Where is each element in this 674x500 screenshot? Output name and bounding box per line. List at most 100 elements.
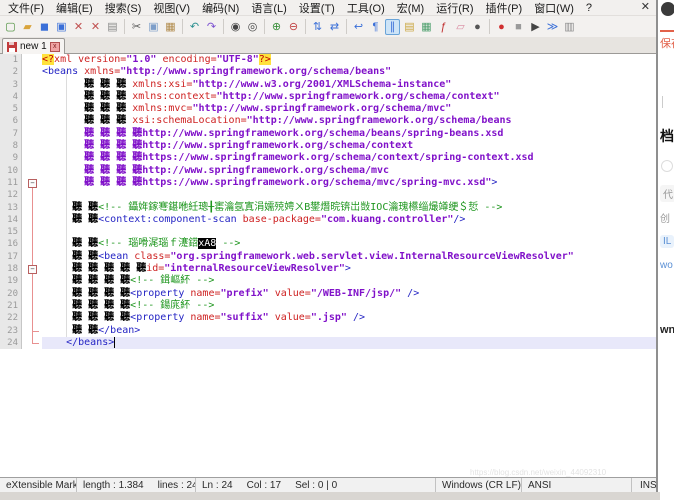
code-line-2[interactable]: 2 <beans xmlns="http://www.springframewor… [0, 66, 656, 79]
code-line-13[interactable]: 13 聽 聽<!-- 鑷姩鎵弿鍖咃紝璁╂寚瀹氬寘涓嬬殑娉ㄨВ鐢熸晥锛岀敱IOC瀹… [0, 201, 656, 214]
open-folder-icon[interactable]: ▰ [20, 19, 35, 35]
doc-map-icon[interactable]: ▦ [419, 19, 434, 35]
sync-horizontal-scroll-icon[interactable]: ⇄ [327, 19, 342, 35]
code-line-5[interactable]: 5 聽 聽 聽 xmlns:mvc="http://www.springfram… [0, 103, 656, 116]
code-line-1[interactable]: 1 <?xml version="1.0" encoding="UTF-8"?> [0, 54, 656, 67]
code-line-14[interactable]: 14 聽 聽<context:component-scan base-packa… [0, 213, 656, 227]
macro-play-icon[interactable]: ▶ [528, 19, 543, 35]
tab-close-icon[interactable]: x [49, 41, 60, 52]
window-close-icon[interactable]: ✕ [641, 0, 650, 13]
word-wrap-icon[interactable]: ↩ [351, 19, 366, 35]
menu-item-9[interactable]: 运行(R) [430, 0, 479, 16]
code-line-6[interactable]: 6 聽 聽 聽 xsi:schemaLocation="http://www.s… [0, 115, 656, 128]
menu-item-0[interactable]: 文件(F) [2, 0, 50, 16]
paste-icon[interactable]: ▦ [163, 19, 178, 35]
code-text: 聽 聽<bean class="org.springframework.web.… [72, 250, 574, 262]
screenshot-root: 文件(F) 编辑(E) 搜索(S) 视图(V) 编码(N) 语言(L) 设置(T) 工具(O)… [0, 0, 674, 500]
zoom-out-icon[interactable]: ⊖ [286, 19, 301, 35]
redo-icon[interactable]: ↷ [204, 19, 219, 35]
code-line-19[interactable]: 19 聽 聽 聽 聽<!-- 鍓嶇紑 --> [0, 275, 656, 288]
code-line-9[interactable]: 9 聽 聽 聽 聽https://www.springframework.org… [0, 152, 656, 165]
fold-margin [22, 115, 42, 127]
macro-save-icon[interactable]: ▥ [562, 19, 577, 35]
undo-icon[interactable]: ↶ [187, 19, 202, 35]
macro-record-icon[interactable]: ● [494, 19, 509, 35]
macro-run-multiple-icon[interactable]: ≫ [545, 19, 560, 35]
save-icon[interactable]: ◼ [37, 19, 52, 35]
code-line-16[interactable]: 16 聽 聽<!-- 瑙嗗浘瑙ｆ瀽鍣xA8 --> [0, 238, 656, 251]
new-file-icon[interactable]: ▢ [3, 19, 18, 35]
fold-collapse-icon: − [22, 177, 42, 190]
status-column: Col : 17 [246, 479, 282, 491]
fold-margin [22, 103, 42, 115]
fold-margin [22, 128, 42, 140]
fold-margin [22, 165, 42, 177]
menu-item-7[interactable]: 工具(O) [341, 0, 391, 16]
code-line-7[interactable]: 7 聽 聽 聽 聽http://www.springframework.org/… [0, 127, 656, 141]
page-link[interactable]: wo [660, 260, 673, 271]
code-line-21[interactable]: 21 聽 聽 聽 聽<!-- 鍚庣紑 --> [0, 299, 656, 313]
code-text: 聽 聽 聽 聽https://www.springframework.org/s… [84, 152, 534, 164]
status-eol-format[interactable]: Windows (CR LF) [442, 480, 521, 491]
code-line-23[interactable]: 23 聽 聽</bean> [0, 324, 656, 337]
menu-item-4[interactable]: 编码(N) [196, 0, 245, 16]
code-line-3[interactable]: 3 聽 聽 聽 xmlns:xsi="http://www.w3.org/200… [0, 78, 656, 91]
code-line-18[interactable]: 18− 聽 聽 聽 聽 聽id="internalResourceViewRes… [0, 263, 656, 276]
show-all-chars-icon[interactable]: ¶ [368, 19, 383, 35]
menu-item-11[interactable]: 窗口(W) [528, 0, 580, 16]
macro-stop-icon[interactable]: ■ [511, 19, 526, 35]
menu-item-8[interactable]: 宏(M) [391, 0, 431, 16]
circle-icon [661, 160, 673, 172]
user-defined-language-icon[interactable]: ▤ [402, 19, 417, 35]
menu-item-10[interactable]: 插件(P) [480, 0, 529, 16]
code-text: 聽 聽<!-- 鑷姩鎵弿鍖咃紝璁╂寚瀹氬寘涓嬬殑娉ㄨВ鐢熸晥锛岀敱IOC瀹瑰櫒缁… [72, 201, 503, 213]
code-line-12[interactable]: 12 [0, 189, 656, 202]
code-lines: 1 <?xml version="1.0" encoding="UTF-8"?> 2… [0, 54, 656, 350]
menu-item-2[interactable]: 搜索(S) [99, 0, 148, 16]
close-all-docs-icon[interactable]: ✕ [88, 19, 103, 35]
menu-item-6[interactable]: 设置(T) [293, 0, 341, 16]
fold-guide-line [22, 250, 42, 264]
line-number: 3 [0, 78, 22, 91]
code-line-15[interactable]: 15 [0, 226, 656, 239]
status-encoding[interactable]: ANSI [528, 480, 551, 491]
menu-item-5[interactable]: 语言(L) [245, 0, 292, 16]
divider [660, 30, 674, 32]
close-doc-icon[interactable]: ✕ [71, 19, 86, 35]
code-line-11[interactable]: 11− 聽 聽 聽 聽https://www.springframework.o… [0, 176, 656, 190]
code-line-8[interactable]: 8 聽 聽 聽 聽http://www.springframework.org/… [0, 140, 656, 153]
save-all-icon[interactable]: ▣ [54, 19, 69, 35]
line-number: 22 [0, 312, 22, 325]
code-text: 聽 聽<context:component-scan base-package=… [72, 213, 466, 225]
zoom-in-icon[interactable]: ⊕ [269, 19, 284, 35]
code-line-24[interactable]: 24 </beans> [0, 336, 656, 350]
menu-item-12[interactable]: ? [580, 2, 598, 14]
code-line-22[interactable]: 22 聽 聽 聽 聽<property name="suffix" value=… [0, 312, 656, 325]
menu-item-1[interactable]: 编辑(E) [50, 0, 99, 16]
replace-icon[interactable]: ◎ [245, 19, 260, 35]
monitoring-icon[interactable]: ● [470, 19, 485, 35]
sync-vertical-scroll-icon[interactable]: ⇅ [310, 19, 325, 35]
save-link[interactable]: 保存 [660, 35, 674, 51]
code-line-4[interactable]: 4 聽 聽 聽 xmlns:context="http://www.spring… [0, 90, 656, 104]
fold-guide-line [22, 201, 42, 214]
code-line-17[interactable]: 17 聽 聽<bean class="org.springframework.w… [0, 250, 656, 264]
print-icon[interactable]: ▤ [105, 19, 120, 35]
find-icon[interactable]: ◉ [228, 19, 243, 35]
code-text: <?xml version="1.0" encoding="UTF-8"?> [42, 54, 271, 65]
copy-icon[interactable]: ▣ [146, 19, 161, 35]
editor-area[interactable]: 1 <?xml version="1.0" encoding="UTF-8"?> 2… [0, 54, 656, 477]
tab-new-1[interactable]: new 1 x [2, 38, 65, 54]
line-number: 5 [0, 103, 22, 116]
folder-workspace-icon[interactable]: ▱ [453, 19, 468, 35]
menu-item-3[interactable]: 视图(V) [147, 0, 196, 16]
cut-icon[interactable]: ✂ [129, 19, 144, 35]
code-line-10[interactable]: 10 聽 聽 聽 聽http://www.springframework.org… [0, 164, 656, 177]
function-list-icon[interactable]: ƒ [436, 19, 451, 35]
code-line-20[interactable]: 20 聽 聽 聽 聽<property name="prefix" value=… [0, 287, 656, 300]
status-doctype: eXtensible Markup La [6, 479, 76, 491]
line-number: 4 [0, 90, 22, 104]
status-insert-mode[interactable]: INS [640, 480, 656, 491]
indent-guide-icon[interactable]: ∥ [385, 18, 400, 35]
line-number: 1 [0, 54, 22, 67]
